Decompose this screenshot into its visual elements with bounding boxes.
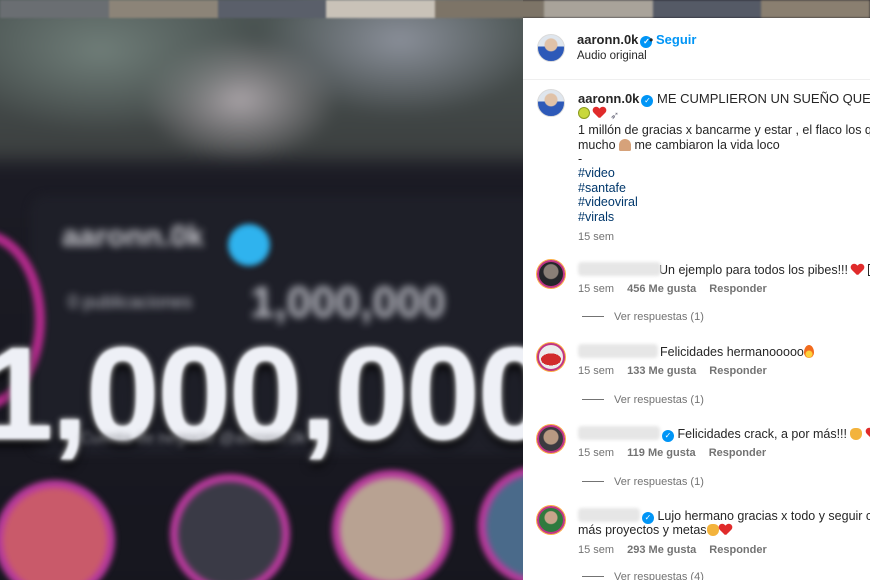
heart-icon	[719, 524, 732, 536]
heart-icon	[593, 107, 606, 119]
view-replies-label[interactable]: Ver respuestas (4)	[614, 571, 704, 580]
comment-text: Felicidades hermanooooo	[578, 344, 814, 359]
comment-time[interactable]: 15 sem	[578, 365, 614, 377]
comment-time[interactable]: 15 sem	[578, 283, 614, 295]
media-blurred-username: aaronn.0k	[62, 220, 204, 253]
view-replies-button[interactable]: Ver respuestas (1)	[582, 311, 704, 323]
comment-text: ✓ Felicidades crack, a por más!!!	[578, 426, 870, 442]
header-separator: •	[649, 33, 654, 47]
comment-avatar[interactable]	[537, 343, 565, 371]
comment-username-blurred[interactable]	[578, 508, 640, 522]
comment-text-line-2: más proyectos y metas	[578, 523, 732, 537]
view-replies-button[interactable]: Ver respuestas (1)	[582, 394, 704, 406]
comment-avatar[interactable]	[537, 425, 565, 453]
caption-emoji-row: ➶	[578, 106, 624, 122]
hashtag-link[interactable]: #virals	[578, 210, 614, 224]
comment-body: Felicidades hermanooooo	[660, 345, 804, 359]
media-blurred-subtitle: Cuenta de negocio @aaronn.0k	[80, 430, 307, 447]
replies-dash	[582, 399, 604, 400]
comment-meta: 15 sem 293 Me gusta Responder	[578, 544, 767, 556]
comment-text: Un ejemplo para todos los pibes!!!	[578, 262, 870, 277]
follow-button[interactable]: Seguir	[656, 32, 696, 47]
reply-button[interactable]: Responder	[709, 447, 766, 459]
heart-icon	[866, 428, 870, 440]
comment-body: Lujo hermano gracias x todo y seguir con…	[657, 509, 870, 523]
media-story-avatar	[332, 470, 452, 580]
author-username-text[interactable]: aaronn.0k	[577, 32, 638, 47]
comment-likes[interactable]: 119 Me gusta	[627, 447, 695, 459]
comment-avatar[interactable]	[537, 260, 565, 288]
caption-line-2b: me cambiaron la vida loco	[634, 138, 780, 152]
caption-username[interactable]: aaronn.0k	[578, 91, 639, 106]
comment-text: ✓ Lujo hermano gracias x todo y seguir c…	[578, 508, 870, 524]
audio-label[interactable]: Audio original	[577, 50, 647, 62]
comment-username-blurred[interactable]	[578, 262, 661, 276]
top-image-strip	[0, 0, 870, 18]
fire-icon	[803, 345, 814, 358]
comment-likes[interactable]: 456 Me gusta	[627, 283, 696, 295]
comment-meta: 15 sem 133 Me gusta Responder	[578, 365, 767, 377]
comment-time[interactable]: 15 sem	[578, 447, 614, 459]
replies-dash	[582, 481, 604, 482]
caption-headline: aaronn.0k✓ ME CUMPLIERON UN SUEÑO QUE VE…	[578, 91, 870, 107]
post-media[interactable]: aaronn.0k 0 publicaciones 1,000,000 1,00…	[0, 0, 523, 580]
view-replies-button[interactable]: Ver respuestas (4)	[582, 571, 704, 580]
view-replies-button[interactable]: Ver respuestas (1)	[582, 476, 704, 488]
replies-dash	[582, 576, 604, 577]
hashtag-link[interactable]: #santafe	[578, 181, 626, 195]
post-header: aaronn.0k ✓ • Seguir Audio original	[523, 18, 870, 80]
media-verified-icon	[228, 224, 270, 266]
view-replies-label[interactable]: Ver respuestas (1)	[614, 476, 704, 488]
view-replies-label[interactable]: Ver respuestas (1)	[614, 311, 704, 323]
tennis-ball-icon	[578, 107, 590, 119]
comment-likes[interactable]: 133 Me gusta	[627, 365, 696, 377]
comment-body: Un ejemplo para todos los pibes!!!	[659, 263, 848, 277]
author-username[interactable]: aaronn.0k ✓	[577, 32, 653, 48]
comment-avatar[interactable]	[537, 506, 565, 534]
caption-headline-text: ME CUMPLIERON UN SUEÑO QUE VEÍA LEJOS	[657, 91, 870, 106]
heart-icon	[851, 264, 864, 276]
reply-button[interactable]: Responder	[709, 283, 766, 295]
comment-body: más proyectos y metas	[578, 523, 707, 537]
comment-username-blurred[interactable]	[578, 344, 658, 358]
praying-hands-icon	[619, 139, 632, 151]
author-avatar[interactable]	[537, 34, 565, 62]
hashtag-link[interactable]: #video	[578, 166, 615, 180]
comment-likes[interactable]: 293 Me gusta	[627, 544, 696, 556]
caption-line-2: mucho me cambiaron la vida loco	[578, 138, 780, 152]
comment-time[interactable]: 15 sem	[578, 544, 614, 556]
verified-badge-icon: ✓	[662, 430, 674, 442]
comment-meta: 15 sem 119 Me gusta Responder	[578, 447, 766, 459]
caption-time[interactable]: 15 sem	[578, 231, 614, 243]
caption-line-1: 1 millón de gracias x bancarme y estar ,…	[578, 123, 870, 137]
caption-avatar[interactable]	[537, 89, 565, 117]
verified-badge-icon: ✓	[641, 95, 654, 107]
comment-meta: 15 sem 456 Me gusta Responder	[578, 283, 767, 295]
post-side-panel: aaronn.0k ✓ • Seguir Audio original aaron…	[523, 18, 870, 580]
hashtag-link[interactable]: #videoviral	[578, 195, 638, 209]
rocket-icon: ➶	[609, 110, 620, 122]
reply-button[interactable]: Responder	[709, 365, 766, 377]
comment-body: Felicidades crack, a por más!!!	[677, 427, 847, 441]
reply-button[interactable]: Responder	[709, 544, 766, 556]
clapping-hands-icon	[706, 524, 719, 536]
caption-line-2a: mucho	[578, 138, 616, 152]
caption-dash: -	[578, 152, 583, 166]
view-replies-label[interactable]: Ver respuestas (1)	[614, 394, 704, 406]
comment-username-blurred[interactable]	[578, 426, 660, 440]
replies-dash	[582, 316, 604, 317]
clapping-hands-icon	[850, 428, 863, 440]
media-blurred-posts: 0 publicaciones	[68, 292, 193, 312]
